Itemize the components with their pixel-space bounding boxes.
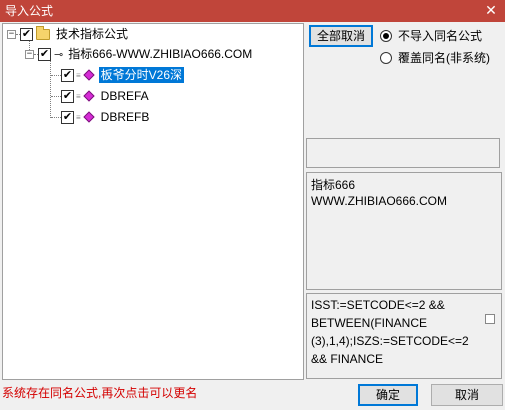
tree-item[interactable]: ✔ ≡ DBREFA <box>61 87 151 105</box>
ok-button[interactable]: 确定 <box>358 384 418 406</box>
group-checkbox[interactable]: ✔ <box>38 47 51 61</box>
tree-item-label[interactable]: DBREFA <box>99 88 151 104</box>
radio-overwrite-label: 覆盖同名(非系统) <box>398 51 490 65</box>
status-message: 系统存在同名公式,再次点击可以更名 <box>2 386 198 400</box>
tree-root-label[interactable]: 技术指标公式 <box>54 26 130 42</box>
formula-tree[interactable]: − ✔ 技术指标公式 − ✔ ⊸ 指标666-WWW.ZHIBIAO666.CO… <box>2 23 304 380</box>
cancel-button[interactable]: 取消 <box>431 384 503 406</box>
tree-item-label[interactable]: 板爷分时V26深 <box>98 67 185 83</box>
key-icon: ⊸ <box>54 47 64 61</box>
tree-node-root[interactable]: − ✔ 技术指标公式 <box>7 25 130 43</box>
info-line-2: WWW.ZHIBIAO666.COM <box>311 194 448 208</box>
formula-mark-icon: ≡ <box>76 91 81 101</box>
radio-button[interactable] <box>380 51 392 64</box>
code-line-4: && FINANCE <box>311 352 384 366</box>
tree-line <box>51 75 61 76</box>
radio-overwrite-duplicates[interactable]: 覆盖同名(非系统) <box>380 49 490 66</box>
formula-info-panel: 指标666 WWW.ZHIBIAO666.COM <box>306 172 502 290</box>
collapse-icon[interactable]: − <box>25 49 34 59</box>
radio-skip-label: 不导入同名公式 <box>398 29 483 43</box>
window-title: 导入公式 <box>5 4 54 18</box>
close-icon[interactable]: ✕ <box>483 2 499 18</box>
cancel-all-button[interactable]: 全部取消 <box>309 25 373 47</box>
root-checkbox[interactable]: ✔ <box>20 27 33 41</box>
formula-mark-icon: ≡ <box>76 70 81 80</box>
tree-line <box>51 96 61 97</box>
title-bar: 导入公式 ✕ <box>0 0 505 22</box>
folder-icon <box>36 25 50 40</box>
tree-item[interactable]: ✔ ≡ 板爷分时V26深 <box>61 66 185 84</box>
formula-mark-icon: ≡ <box>76 112 81 122</box>
code-line-1: ISST:=SETCODE<=2 && <box>311 298 445 312</box>
radio-button-selected[interactable] <box>380 29 392 42</box>
radio-skip-duplicates[interactable]: 不导入同名公式 <box>380 27 482 44</box>
tree-node-group[interactable]: − ✔ ⊸ 指标666-WWW.ZHIBIAO666.COM <box>25 45 254 63</box>
item-checkbox[interactable]: ✔ <box>61 68 74 82</box>
diamond-icon <box>83 69 95 81</box>
item-checkbox[interactable]: ✔ <box>61 110 74 124</box>
diamond-icon <box>83 111 95 123</box>
diamond-icon <box>83 90 95 102</box>
blank-panel <box>306 138 500 168</box>
scroll-toggle-checkbox[interactable] <box>485 314 495 324</box>
tree-item-label[interactable]: DBREFB <box>99 109 152 125</box>
code-line-2: BETWEEN(FINANCE <box>311 316 428 330</box>
info-line-1: 指标666 <box>311 178 356 192</box>
formula-code-panel: ISST:=SETCODE<=2 && BETWEEN(FINANCE (3),… <box>306 293 502 379</box>
item-checkbox[interactable]: ✔ <box>61 89 74 103</box>
tree-item[interactable]: ✔ ≡ DBREFB <box>61 108 151 126</box>
tree-group-label[interactable]: 指标666-WWW.ZHIBIAO666.COM <box>66 46 254 62</box>
collapse-icon[interactable]: − <box>7 29 16 39</box>
code-line-3: (3),1,4);ISZS:=SETCODE<=2 <box>311 334 469 348</box>
tree-line <box>51 117 61 118</box>
